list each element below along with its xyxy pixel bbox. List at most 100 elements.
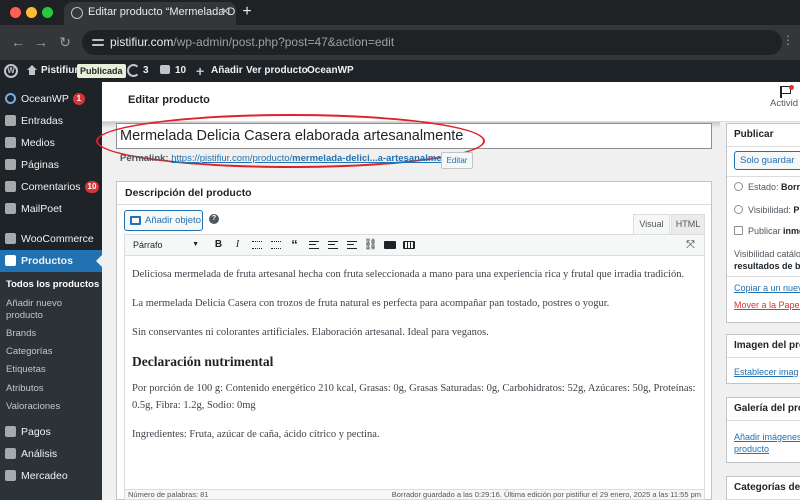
menu-item-medios[interactable]: Medios xyxy=(0,132,102,154)
menu-item-woocommerce[interactable]: WooCommerce xyxy=(0,228,102,250)
submenu-add-new[interactable]: Añadir nuevo producto xyxy=(0,298,70,322)
permalink-prefix: https://pistifiur.com/producto/ xyxy=(171,153,293,164)
close-window-button[interactable] xyxy=(10,7,21,18)
pin-icon xyxy=(734,182,743,191)
media-icon xyxy=(130,216,141,225)
link-icon[interactable]: ⛓ xyxy=(362,236,379,254)
browser-tab[interactable]: Editar producto “Mermelada D ✕ xyxy=(64,2,236,25)
menu-item-comentarios[interactable]: Comentarios 10 xyxy=(0,176,102,198)
permalink-link[interactable]: https://pistifiur.com/producto/mermelada… xyxy=(171,153,458,164)
visibility-label: Visibilidad: xyxy=(748,205,791,215)
menu-label: Productos xyxy=(21,255,73,267)
format-value: Párrafo xyxy=(133,240,163,250)
bold-icon[interactable]: B xyxy=(210,236,227,254)
menu-label: Comentarios xyxy=(21,181,81,193)
menu-label: Medios xyxy=(21,137,55,149)
editor-content[interactable]: Deliciosa mermelada de fruta artesanal h… xyxy=(124,256,705,491)
set-product-image-link[interactable]: Establecer imag xyxy=(734,366,799,378)
menu-label: Mercadeo xyxy=(21,470,68,482)
permalink-row: Permalink: https://pistifiur.com/product… xyxy=(120,153,458,164)
menu-item-pagos[interactable]: Pagos xyxy=(0,421,102,443)
submenu-categories[interactable]: Categorías xyxy=(0,346,102,358)
align-right-icon[interactable] xyxy=(343,236,360,254)
activity-button[interactable]: Activid xyxy=(770,85,800,109)
add-gallery-images-link[interactable]: Añadir imágenes xyxy=(734,431,800,443)
updates-count[interactable]: 3 xyxy=(143,60,149,82)
site-name-link[interactable]: Pistifiur xyxy=(41,60,78,82)
publish-date-value: inme xyxy=(783,226,800,236)
activity-label: Activid xyxy=(770,98,798,109)
gallery-heading: Galería del pro xyxy=(727,398,800,421)
activity-dot xyxy=(789,85,794,90)
menu-label: Pagos xyxy=(21,426,51,438)
site-settings-icon[interactable] xyxy=(92,37,104,48)
view-product-link[interactable]: Ver producto xyxy=(246,60,308,82)
tab-html[interactable]: HTML xyxy=(671,214,705,234)
gallery-metabox: Galería del pro Añadir imágenes producto xyxy=(726,397,800,463)
back-arrow-icon[interactable]: ← xyxy=(9,33,27,51)
help-icon[interactable]: ? xyxy=(209,214,219,224)
add-gallery-images-link-2[interactable]: producto xyxy=(734,443,769,455)
fullscreen-icon[interactable]: ⤧ xyxy=(682,236,699,254)
menu-item-mercadeo[interactable]: Mercadeo xyxy=(0,465,102,487)
blockquote-icon[interactable]: “ xyxy=(286,236,303,254)
add-new-icon[interactable]: + xyxy=(196,60,204,82)
edit-permalink-button[interactable]: Editar xyxy=(441,152,473,169)
format-select[interactable]: Párrafo ▼ xyxy=(133,235,199,255)
comments-icon[interactable] xyxy=(160,65,170,74)
numbered-list-icon[interactable] xyxy=(267,236,284,254)
submenu-attributes[interactable]: Atributos xyxy=(0,383,102,395)
copy-draft-link[interactable]: Copiar a un nuevo xyxy=(734,282,800,294)
align-center-icon[interactable] xyxy=(324,236,341,254)
updates-icon[interactable] xyxy=(127,64,140,77)
oceanwp-link[interactable]: OceanWP xyxy=(307,60,354,82)
minimize-window-button[interactable] xyxy=(26,7,37,18)
paragraph: Sin conservantes ni colorantes artificia… xyxy=(132,327,489,338)
align-left-icon[interactable] xyxy=(305,236,322,254)
toolbar-toggle-icon[interactable] xyxy=(400,236,417,254)
admin-sidebar-menu: OceanWP 1 Entradas Medios Páginas Comenta… xyxy=(0,82,102,500)
menu-label: WooCommerce xyxy=(21,233,94,245)
forward-arrow-icon[interactable]: → xyxy=(32,33,50,51)
menu-item-mailpoet[interactable]: MailPoet xyxy=(0,198,102,220)
mailpoet-icon xyxy=(5,203,16,214)
tab-visual[interactable]: Visual xyxy=(633,214,670,234)
add-media-button[interactable]: Añadir objeto xyxy=(124,210,203,231)
submenu-brands[interactable]: Brands xyxy=(0,328,102,340)
move-to-trash-link[interactable]: Mover a la Papele xyxy=(734,299,800,311)
product-title-input[interactable] xyxy=(116,123,712,149)
pin-icon xyxy=(5,115,16,126)
wordpress-logo-icon[interactable]: W xyxy=(4,64,18,78)
publish-date-row: Publicar inme xyxy=(734,225,800,237)
status-row: Estado: Borra xyxy=(734,181,800,193)
menu-item-oceanwp[interactable]: OceanWP 1 xyxy=(0,88,102,110)
reload-icon[interactable]: ↻ xyxy=(56,33,74,51)
add-new-link[interactable]: Añadir xyxy=(211,60,243,82)
close-tab-icon[interactable]: ✕ xyxy=(221,2,230,23)
new-tab-button[interactable]: + xyxy=(240,1,254,23)
submenu-reviews[interactable]: Valoraciones xyxy=(0,401,102,413)
page-title: Editar producto xyxy=(128,94,210,106)
menu-item-entradas[interactable]: Entradas xyxy=(0,110,102,132)
oceanwp-icon xyxy=(5,93,16,104)
submenu-tags[interactable]: Etiquetas xyxy=(0,364,102,376)
divider xyxy=(727,176,800,177)
menu-item-paginas[interactable]: Páginas xyxy=(0,154,102,176)
publish-metabox: Publicar Solo guardar Estado: Borra Visi… xyxy=(726,123,800,323)
chevron-down-icon: ▼ xyxy=(192,241,199,248)
comments-count[interactable]: 10 xyxy=(175,60,186,82)
menu-item-productos[interactable]: Productos xyxy=(0,250,102,272)
product-image-heading: Imagen del pro xyxy=(727,335,800,358)
italic-icon[interactable]: I xyxy=(229,236,246,254)
media-icon xyxy=(5,137,16,148)
maximize-window-button[interactable] xyxy=(42,7,53,18)
bullet-list-icon[interactable] xyxy=(248,236,265,254)
url-field[interactable]: pistifiur.com/wp-admin/post.php?post=47&… xyxy=(82,30,782,55)
read-more-icon[interactable] xyxy=(381,236,398,254)
eye-icon xyxy=(734,205,743,214)
menu-item-analisis[interactable]: Análisis xyxy=(0,443,102,465)
browser-menu-icon[interactable]: ⋮ xyxy=(782,33,794,47)
submenu-all-products[interactable]: Todos los productos xyxy=(0,279,102,291)
status-badge: Publicada xyxy=(77,64,126,78)
save-draft-button[interactable]: Solo guardar xyxy=(734,151,800,170)
